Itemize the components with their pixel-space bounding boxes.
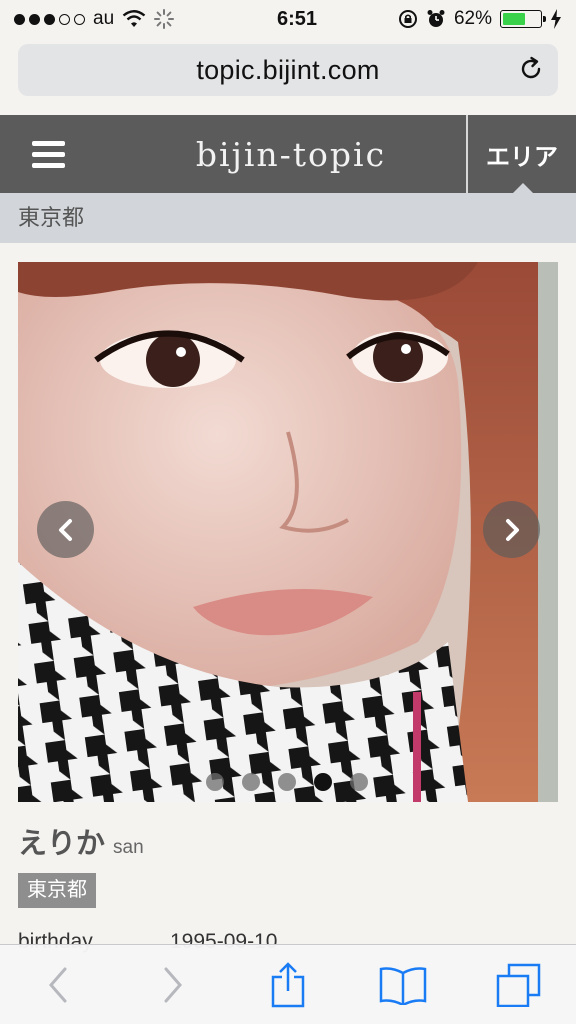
signal-strength-icon bbox=[14, 13, 85, 25]
address-bar[interactable]: topic.bijint.com bbox=[18, 44, 558, 96]
tabs-button[interactable] bbox=[488, 955, 548, 1015]
chevron-left-icon bbox=[58, 518, 72, 541]
status-right: 62% bbox=[372, 8, 562, 30]
alarm-icon bbox=[427, 10, 445, 27]
browser-toolbar bbox=[0, 944, 576, 1024]
breadcrumb: 東京都 bbox=[0, 193, 576, 243]
back-button[interactable] bbox=[28, 955, 88, 1015]
status-left: au bbox=[14, 8, 204, 30]
profile-name: えりか bbox=[18, 828, 106, 860]
chevron-right-icon bbox=[505, 518, 519, 541]
carousel-indicator-dot[interactable] bbox=[242, 773, 260, 791]
rotation-lock-icon bbox=[398, 10, 417, 28]
bookmarks-button[interactable] bbox=[373, 955, 433, 1015]
battery-percent: 62% bbox=[453, 8, 492, 29]
share-button[interactable] bbox=[258, 955, 318, 1015]
wifi-icon bbox=[122, 10, 146, 27]
battery-fill bbox=[503, 13, 526, 25]
forward-icon bbox=[164, 967, 182, 1002]
charging-bolt-icon bbox=[551, 9, 561, 29]
back-icon bbox=[48, 967, 67, 1002]
profile-honorific: san bbox=[113, 837, 144, 858]
area-button-label: エリア bbox=[486, 143, 558, 171]
carousel-indicator-dot[interactable] bbox=[350, 773, 368, 791]
bookmarks-icon bbox=[379, 966, 427, 1005]
area-tag[interactable]: 東京都 bbox=[18, 873, 96, 908]
portrait-illustration bbox=[18, 262, 558, 802]
battery-icon bbox=[500, 10, 546, 28]
menu-icon[interactable] bbox=[0, 115, 96, 193]
carousel-next-button[interactable] bbox=[483, 501, 540, 558]
clock: 6:51 bbox=[276, 7, 318, 30]
area-button[interactable]: エリア bbox=[466, 115, 576, 194]
profile-photo[interactable] bbox=[18, 262, 558, 802]
carrier-label: au bbox=[93, 8, 115, 29]
share-icon bbox=[271, 961, 305, 1007]
reload-icon[interactable] bbox=[518, 56, 544, 82]
carousel-prev-button[interactable] bbox=[37, 501, 94, 558]
profile-name-row: えりか san bbox=[18, 820, 144, 862]
carousel-indicator-dot[interactable] bbox=[206, 773, 224, 791]
url-text: topic.bijint.com bbox=[196, 54, 380, 85]
tabs-icon bbox=[497, 963, 541, 1007]
forward-button[interactable] bbox=[143, 955, 203, 1015]
site-header: bijin-topic エリア bbox=[0, 115, 576, 194]
loading-spinner-icon bbox=[154, 9, 175, 29]
site-logo[interactable]: bijin-topic bbox=[96, 135, 466, 174]
status-bar: au 6:51 62% bbox=[0, 0, 576, 38]
carousel-indicator-dot[interactable] bbox=[278, 773, 296, 791]
carousel-indicators bbox=[206, 773, 368, 791]
page: au 6:51 62% topic.bijint.com bijin-topic… bbox=[0, 0, 576, 1024]
carousel-indicator-dot[interactable] bbox=[314, 773, 332, 791]
